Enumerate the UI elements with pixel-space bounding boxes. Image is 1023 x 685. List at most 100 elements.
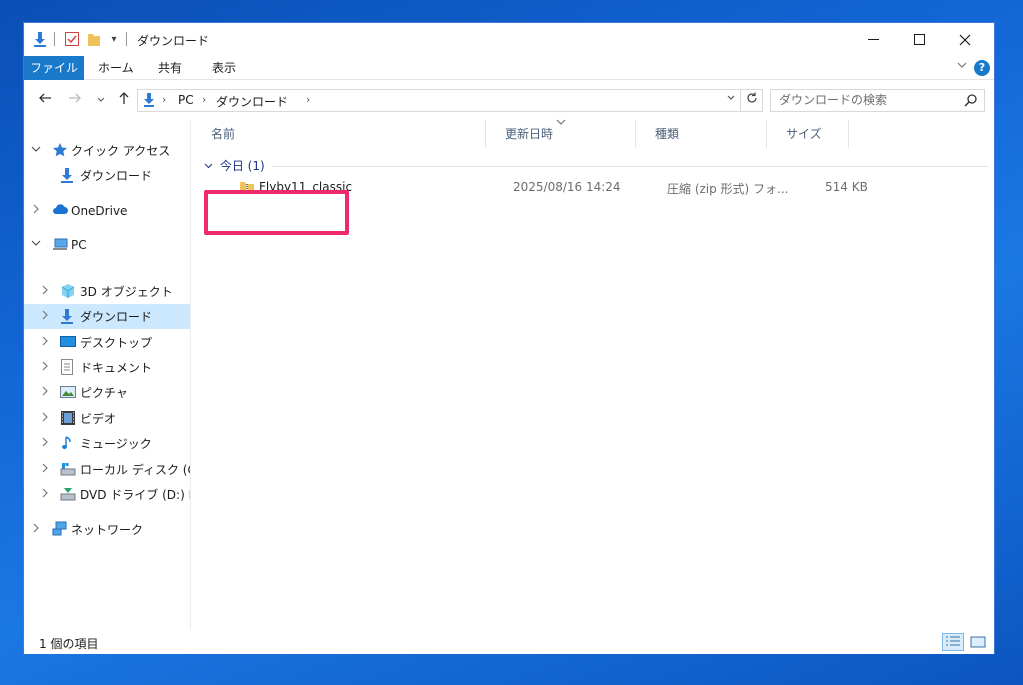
nav-label: ダウンロード [80,310,153,324]
ribbon-tabs: ファイル ホーム 共有 表示 ? [24,56,994,80]
quick-access-dropdown-icon[interactable]: ▾ [108,31,120,47]
title-separator [54,32,55,46]
nav-item-music[interactable]: ミュージック [24,431,190,456]
collapsed-chevron-icon[interactable] [40,310,50,323]
breadcrumb-chevron-icon[interactable]: › [202,93,206,106]
group-label: 今日 (1) [219,159,265,173]
breadcrumb-chevron-icon[interactable]: › [162,93,166,106]
download-arrow-icon [60,167,76,183]
nav-item-videos[interactable]: ビデオ [24,406,190,431]
large-icons-view-button[interactable] [967,633,989,651]
nav-item-local-disk[interactable]: ローカル ディスク (C:) [24,457,190,482]
nav-label: ピクチャ [80,386,128,400]
tab-share[interactable]: 共有 [146,56,194,80]
collapsed-chevron-icon[interactable] [40,285,50,298]
refresh-button[interactable] [740,90,762,111]
address-dropdown-icon[interactable] [726,93,736,106]
properties-icon[interactable] [64,31,80,47]
nav-item-quick-access[interactable]: クイック アクセス [24,138,190,163]
collapsed-chevron-icon[interactable] [31,523,41,536]
address-row: › PC › ダウンロード › [24,81,994,119]
file-modified: 2025/08/16 14:24 [513,180,621,194]
collapsed-chevron-icon[interactable] [40,386,50,399]
collapsed-chevron-icon[interactable] [40,361,50,374]
file-row[interactable]: Flyby11_classic 2025/08/16 14:24 圧縮 (zip… [207,176,987,200]
nav-item-onedrive[interactable]: OneDrive [24,198,190,223]
breadcrumb-chevron-icon[interactable]: › [306,93,310,106]
nav-label: ネットワーク [71,523,144,537]
close-button[interactable] [942,23,988,56]
window-title: ダウンロード [137,34,210,48]
collapsed-chevron-icon[interactable] [40,336,50,349]
nav-label: PC [71,237,87,252]
breadcrumb-downloads[interactable]: ダウンロード [216,93,288,110]
new-folder-icon[interactable] [86,31,102,47]
expanded-chevron-icon[interactable] [31,144,41,157]
desktop-icon [60,334,76,350]
tab-file[interactable]: ファイル [24,56,84,80]
network-icon [52,521,68,537]
nav-label: ミュージック [80,437,152,451]
ribbon-expand-chevron-icon[interactable] [956,59,968,74]
nav-label: ローカル ディスク (C:) [80,463,190,477]
tab-home[interactable]: ホーム [86,56,146,80]
forward-button[interactable] [66,91,84,109]
nav-label: ビデオ [80,412,117,426]
collapsed-chevron-icon[interactable] [40,437,50,450]
column-header-type[interactable]: 種類 [636,120,767,148]
status-bar: 1 個の項目 [24,630,994,654]
collapsed-chevron-icon[interactable] [40,463,50,476]
recent-locations-chevron-icon[interactable] [92,91,110,109]
nav-label: DVD ドライブ (D:) ESD [80,488,190,502]
sort-descending-icon [556,118,566,128]
column-header-size[interactable]: サイズ [767,120,849,148]
nav-item-pc[interactable]: PC [24,232,190,257]
expanded-chevron-icon[interactable] [31,238,41,251]
nav-label: デスクトップ [80,336,153,350]
details-view-button[interactable] [942,633,964,651]
search-icon[interactable] [964,93,978,107]
music-icon [60,435,76,451]
help-icon[interactable]: ? [974,60,990,76]
search-input[interactable] [779,93,959,107]
file-name: Flyby11_classic [259,180,353,194]
maximize-button[interactable] [896,23,942,56]
back-button[interactable] [36,91,54,109]
up-button[interactable] [115,91,133,109]
collapsed-chevron-icon[interactable] [40,488,50,501]
group-divider [272,166,988,167]
download-arrow-icon [60,308,76,324]
disk-icon [60,461,76,477]
minimize-button[interactable] [850,23,896,56]
nav-item-pictures[interactable]: ピクチャ [24,380,190,405]
file-list: 名前 更新日時 種類 サイズ 今日 (1) Flyby11_classic 20… [192,118,994,630]
collapsed-chevron-icon[interactable] [31,204,41,217]
file-size: 514 KB [825,180,868,194]
nav-label: ダウンロード [80,169,153,183]
group-header-today[interactable]: 今日 (1) [204,157,265,174]
file-type: 圧縮 (zip 形式) フォ... [667,182,789,196]
document-icon [60,359,76,375]
zip-folder-icon [240,179,254,198]
nav-item-dvd-drive[interactable]: DVD ドライブ (D:) ESD [24,482,190,507]
tab-view[interactable]: 表示 [200,56,248,80]
download-folder-icon [32,31,48,47]
nav-item-documents[interactable]: ドキュメント [24,355,190,380]
cloud-icon [52,203,68,219]
nav-item-network[interactable]: ネットワーク [24,517,190,542]
nav-item-downloads[interactable]: ダウンロード [24,304,190,329]
nav-item-desktop[interactable]: デスクトップ [24,330,190,355]
breadcrumb-pc[interactable]: PC [178,93,194,107]
address-bar[interactable]: › PC › ダウンロード › [137,89,763,112]
column-header-name[interactable]: 名前 [192,120,486,148]
nav-label: OneDrive [71,203,128,218]
nav-label: 3D オブジェクト [80,285,173,299]
star-icon [52,142,68,158]
download-arrow-icon [143,93,155,110]
group-collapse-chevron-icon[interactable] [204,159,216,173]
nav-item-3d-objects[interactable]: 3D オブジェクト [24,279,190,304]
collapsed-chevron-icon[interactable] [40,412,50,425]
nav-item-quick-downloads[interactable]: ダウンロード [24,163,190,188]
explorer-window: ▾ ダウンロード ファイル ホーム 共有 表示 ? › PC › ダウンロード … [23,22,995,654]
search-box[interactable] [770,89,985,112]
